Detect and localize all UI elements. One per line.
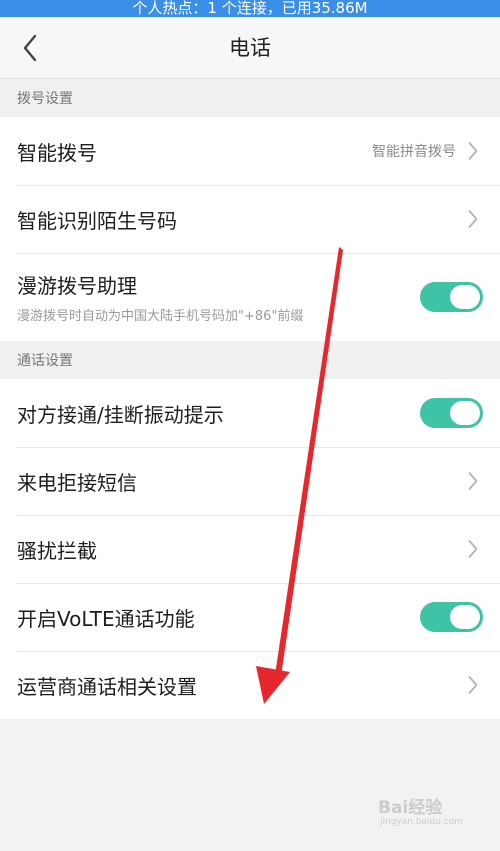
row-value: 智能拼音拨号 — [372, 144, 456, 160]
section-title: 通话设置 — [17, 353, 73, 369]
row-label: 开启VoLTE通话功能 — [17, 606, 195, 631]
row-label: 对方接通/挂断振动提示 — [17, 402, 224, 427]
toggle-knob — [450, 401, 480, 425]
section-title: 拨号设置 — [17, 91, 73, 107]
baidu-jingyan-watermark: Bai经验 jingyan.baidu.com — [378, 793, 478, 833]
row-sublabel: 漫游拨号时自动为中国大陆手机号码加"+86"前缀 — [17, 309, 304, 324]
chevron-right-icon — [466, 538, 480, 560]
chevron-right-icon — [466, 470, 480, 492]
roaming-dial-assistant-toggle[interactable] — [420, 282, 483, 312]
carrier-call-settings-row[interactable]: 运营商通话相关设置 — [0, 651, 500, 719]
status-bar: 个人热点：1 个连接，已用35.86M — [0, 0, 500, 17]
back-arrow-icon — [23, 34, 37, 62]
chevron-right-icon — [466, 674, 480, 696]
smart-dial-row[interactable]: 智能拨号 智能拼音拨号 — [0, 117, 500, 185]
connect-hangup-vibration-row: 对方接通/挂断振动提示 — [0, 379, 500, 447]
row-label: 智能识别陌生号码 — [17, 208, 177, 233]
chevron-right-icon — [466, 208, 480, 230]
identify-unknown-numbers-row[interactable]: 智能识别陌生号码 — [0, 185, 500, 253]
toggle-knob — [450, 605, 480, 629]
row-label: 骚扰拦截 — [17, 538, 97, 563]
dial-settings-list: 智能拨号 智能拼音拨号 智能识别陌生号码 漫游拨号助理 漫游拨号时自动为中国大陆… — [0, 117, 500, 341]
call-settings-list: 对方接通/挂断振动提示 来电拒接短信 骚扰拦截 开启VoLTE通话功能 运营商通… — [0, 379, 500, 719]
watermark-domain: jingyan.baidu.com — [380, 817, 464, 827]
connect-hangup-vibration-toggle[interactable] — [420, 398, 483, 428]
row-label: 运营商通话相关设置 — [17, 674, 197, 699]
toggle-knob — [450, 285, 480, 309]
row-label: 智能拨号 — [17, 140, 97, 165]
volte-call-row: 开启VoLTE通话功能 — [0, 583, 500, 651]
section-header-dial-settings: 拨号设置 — [0, 79, 500, 117]
row-label: 漫游拨号助理 — [17, 274, 137, 298]
phone-settings-screen: 个人热点：1 个连接，已用35.86M 电话 拨号设置 智能拨号 智能拼音拨号 … — [0, 0, 500, 851]
chevron-right-icon — [466, 140, 480, 162]
row-label: 来电拒接短信 — [17, 470, 137, 495]
back-button[interactable] — [0, 17, 60, 79]
status-bar-text: 个人热点：1 个连接，已用35.86M — [132, 0, 368, 17]
title-bar: 电话 — [0, 17, 500, 79]
roaming-dial-assistant-row: 漫游拨号助理 漫游拨号时自动为中国大陆手机号码加"+86"前缀 — [0, 253, 500, 341]
harassment-intercept-row[interactable]: 骚扰拦截 — [0, 515, 500, 583]
section-header-call-settings: 通话设置 — [0, 341, 500, 379]
page-title: 电话 — [229, 36, 271, 60]
reject-call-sms-row[interactable]: 来电拒接短信 — [0, 447, 500, 515]
volte-call-toggle[interactable] — [420, 602, 483, 632]
watermark-brand: Bai经验 — [378, 798, 443, 818]
